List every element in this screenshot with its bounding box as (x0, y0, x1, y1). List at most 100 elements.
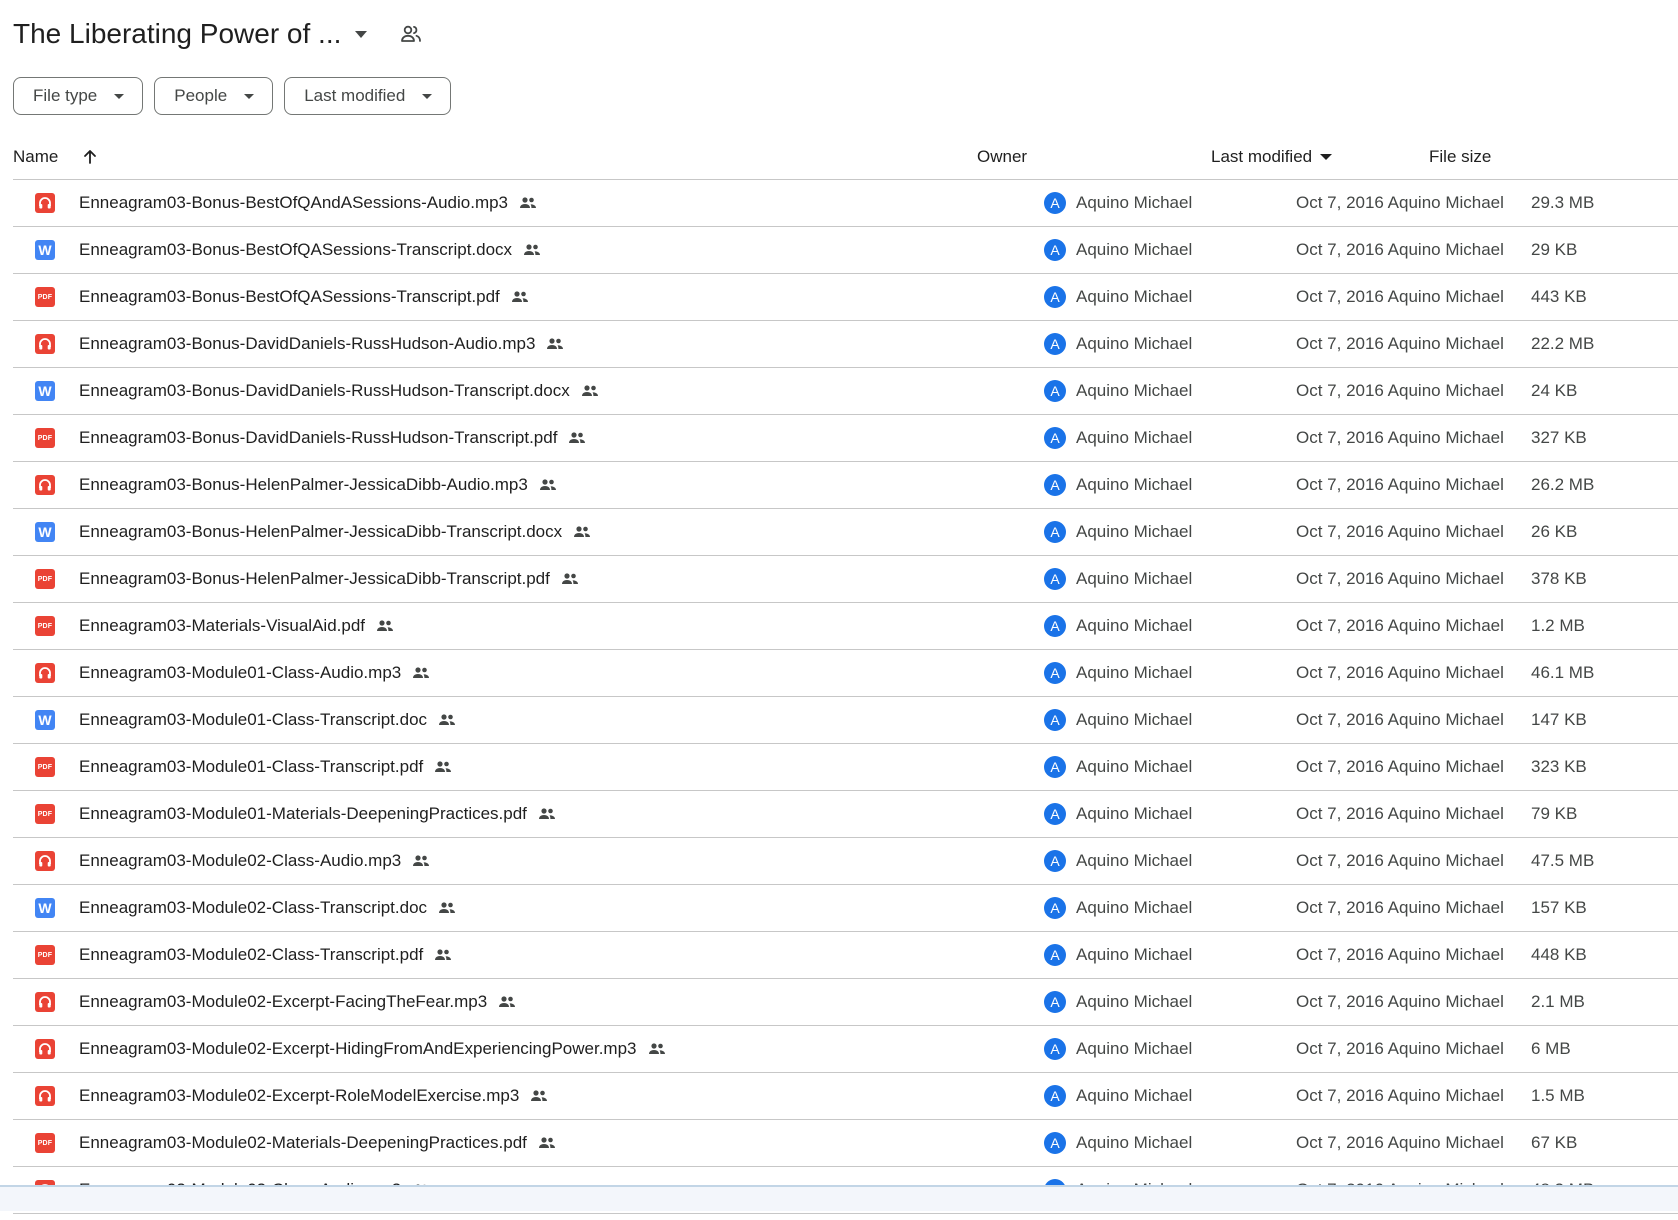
table-row[interactable]: Enneagram03-Module02-Excerpt-FacingTheFe… (13, 979, 1678, 1026)
file-name[interactable]: Enneagram03-Bonus-DavidDaniels-RussHudso… (79, 334, 535, 354)
file-type-icon-cell (35, 650, 55, 696)
last-modified-value: Oct 7, 2016 Aquino Michael (1296, 240, 1504, 259)
table-row[interactable]: Enneagram03-Module01-Class-Audio.mp3 A A… (13, 650, 1678, 697)
avatar: A (1044, 427, 1066, 449)
people-filter-button[interactable]: People (154, 77, 274, 115)
table-row[interactable]: W Enneagram03-Module01-Class-Transcript.… (13, 697, 1678, 744)
name-column-header[interactable]: Name (13, 134, 100, 179)
owner-cell: A Aquino Michael (1044, 932, 1192, 978)
table-row[interactable]: Enneagram03-Bonus-BestOfQAndASessions-Au… (13, 180, 1678, 227)
people-filter-label: People (174, 86, 228, 105)
owner-name: Aquino Michael (1076, 1133, 1193, 1152)
file-name[interactable]: Enneagram03-Bonus-BestOfQAndASessions-Au… (79, 193, 508, 213)
file-name-cell: Enneagram03-Materials-VisualAid.pdf (79, 603, 395, 649)
file-name[interactable]: Enneagram03-Bonus-HelenPalmer-JessicaDib… (79, 522, 562, 542)
last-modified-cell: Oct 7, 2016 Aquino Michael (1296, 509, 1504, 555)
last-modified-value: Oct 7, 2016 Aquino Michael (1296, 381, 1504, 400)
word-doc-icon: W (35, 240, 55, 260)
file-name[interactable]: Enneagram03-Module02-Excerpt-RoleModelEx… (79, 1086, 519, 1106)
file-name[interactable]: Enneagram03-Bonus-HelenPalmer-JessicaDib… (79, 475, 528, 495)
table-row[interactable]: W Enneagram03-Bonus-HelenPalmer-JessicaD… (13, 509, 1678, 556)
table-row[interactable]: Enneagram03-Module02-Excerpt-HidingFromA… (13, 1026, 1678, 1073)
shared-folder-people-icon[interactable] (399, 22, 423, 46)
last-modified-cell: Oct 7, 2016 Aquino Michael (1296, 838, 1504, 884)
folder-menu-caret-icon[interactable] (355, 30, 368, 38)
table-row[interactable]: PDF Enneagram03-Module02-Class-Transcrip… (13, 932, 1678, 979)
avatar: A (1044, 380, 1066, 402)
file-name[interactable]: Enneagram03-Module02-Class-Audio.mp3 (79, 851, 401, 871)
file-size-cell: 323 KB (1531, 744, 1587, 790)
people-icon (435, 949, 452, 960)
file-name[interactable]: Enneagram03-Bonus-HelenPalmer-JessicaDib… (79, 569, 550, 589)
owner-cell: A Aquino Michael (1044, 556, 1192, 602)
people-icon (538, 808, 555, 819)
table-row[interactable]: PDF Enneagram03-Module01-Materials-Deepe… (13, 791, 1678, 838)
file-name[interactable]: Enneagram03-Module01-Class-Audio.mp3 (79, 663, 401, 683)
owner-name: Aquino Michael (1076, 522, 1193, 541)
headphones-icon (35, 475, 55, 495)
file-name[interactable]: Enneagram03-Bonus-DavidDaniels-RussHudso… (79, 381, 570, 401)
file-size-cell: 29 KB (1531, 227, 1577, 273)
name-column-label: Name (13, 146, 59, 166)
file-size-cell: 327 KB (1531, 415, 1587, 461)
owner-name: Aquino Michael (1076, 381, 1193, 400)
last-modified-cell: Oct 7, 2016 Aquino Michael (1296, 1073, 1504, 1119)
table-row[interactable]: W Enneagram03-Bonus-DavidDaniels-RussHud… (13, 368, 1678, 415)
last-modified-value: Oct 7, 2016 Aquino Michael (1296, 945, 1504, 964)
sort-ascending-arrow-icon[interactable] (80, 147, 100, 167)
file-size-cell: 378 KB (1531, 556, 1587, 602)
table-row[interactable]: W Enneagram03-Module02-Class-Transcript.… (13, 885, 1678, 932)
file-size-column-header[interactable]: File size (1429, 134, 1491, 179)
table-row[interactable]: W Enneagram03-Bonus-BestOfQASessions-Tra… (13, 227, 1678, 274)
table-row[interactable]: Enneagram03-Bonus-HelenPalmer-JessicaDib… (13, 462, 1678, 509)
table-row[interactable]: Enneagram03-Module02-Class-Audio.mp3 A A… (13, 838, 1678, 885)
avatar: A (1044, 568, 1066, 590)
owner-name: Aquino Michael (1076, 663, 1193, 682)
people-icon (520, 197, 537, 208)
owner-cell: A Aquino Michael (1044, 791, 1192, 837)
file-size-value: 448 KB (1531, 945, 1587, 964)
people-icon (439, 714, 456, 725)
table-row[interactable]: PDF Enneagram03-Bonus-DavidDaniels-RussH… (13, 415, 1678, 462)
owner-name: Aquino Michael (1076, 898, 1193, 917)
file-name[interactable]: Enneagram03-Bonus-BestOfQASessions-Trans… (79, 240, 512, 260)
last-modified-cell: Oct 7, 2016 Aquino Michael (1296, 274, 1504, 320)
headphones-icon (35, 1039, 55, 1059)
file-size-cell: 26.2 MB (1531, 462, 1594, 508)
file-type-filter-button[interactable]: File type (13, 77, 144, 115)
file-name[interactable]: Enneagram03-Module02-Class-Transcript.pd… (79, 945, 423, 965)
table-row[interactable]: PDF Enneagram03-Module01-Class-Transcrip… (13, 744, 1678, 791)
folder-title[interactable]: The Liberating Power of ... (13, 18, 341, 50)
file-size-cell: 29.3 MB (1531, 180, 1594, 226)
people-icon (499, 996, 516, 1007)
file-name-cell: Enneagram03-Bonus-DavidDaniels-RussHudso… (79, 368, 600, 414)
owner-cell: A Aquino Michael (1044, 509, 1192, 555)
file-name[interactable]: Enneagram03-Bonus-DavidDaniels-RussHudso… (79, 428, 557, 448)
owner-column-header[interactable]: Owner (977, 134, 1027, 179)
file-name[interactable]: Enneagram03-Module02-Excerpt-HidingFromA… (79, 1039, 637, 1059)
file-name[interactable]: Enneagram03-Module01-Materials-Deepening… (79, 804, 527, 824)
table-row[interactable]: PDF Enneagram03-Materials-VisualAid.pdf … (13, 603, 1678, 650)
file-size-value: 79 KB (1531, 804, 1578, 823)
file-name[interactable]: Enneagram03-Bonus-BestOfQASessions-Trans… (79, 287, 500, 307)
file-name[interactable]: Enneagram03-Module02-Materials-Deepening… (79, 1133, 527, 1153)
owner-name: Aquino Michael (1076, 710, 1193, 729)
file-name[interactable]: Enneagram03-Module02-Class-Transcript.do… (79, 898, 427, 918)
file-name[interactable]: Enneagram03-Module01-Class-Transcript.do… (79, 710, 427, 730)
table-row[interactable]: Enneagram03-Module02-Excerpt-RoleModelEx… (13, 1073, 1678, 1120)
headphones-icon (35, 193, 55, 213)
word-doc-icon: W (35, 898, 55, 918)
people-icon (561, 573, 578, 584)
table-row[interactable]: PDF Enneagram03-Bonus-BestOfQASessions-T… (13, 274, 1678, 321)
sort-caret-down-icon (1320, 153, 1333, 160)
table-row[interactable]: PDF Enneagram03-Bonus-HelenPalmer-Jessic… (13, 556, 1678, 603)
file-name[interactable]: Enneagram03-Module01-Class-Transcript.pd… (79, 757, 423, 777)
file-name[interactable]: Enneagram03-Module02-Excerpt-FacingTheFe… (79, 992, 487, 1012)
last-modified-column-header[interactable]: Last modified (1211, 134, 1333, 179)
file-size-value: 46.1 MB (1531, 663, 1595, 682)
last-modified-cell: Oct 7, 2016 Aquino Michael (1296, 1026, 1504, 1072)
file-name[interactable]: Enneagram03-Materials-VisualAid.pdf (79, 616, 365, 636)
table-row[interactable]: PDF Enneagram03-Module02-Materials-Deepe… (13, 1120, 1678, 1167)
last-modified-filter-button[interactable]: Last modified (284, 77, 452, 115)
table-row[interactable]: Enneagram03-Bonus-DavidDaniels-RussHudso… (13, 321, 1678, 368)
